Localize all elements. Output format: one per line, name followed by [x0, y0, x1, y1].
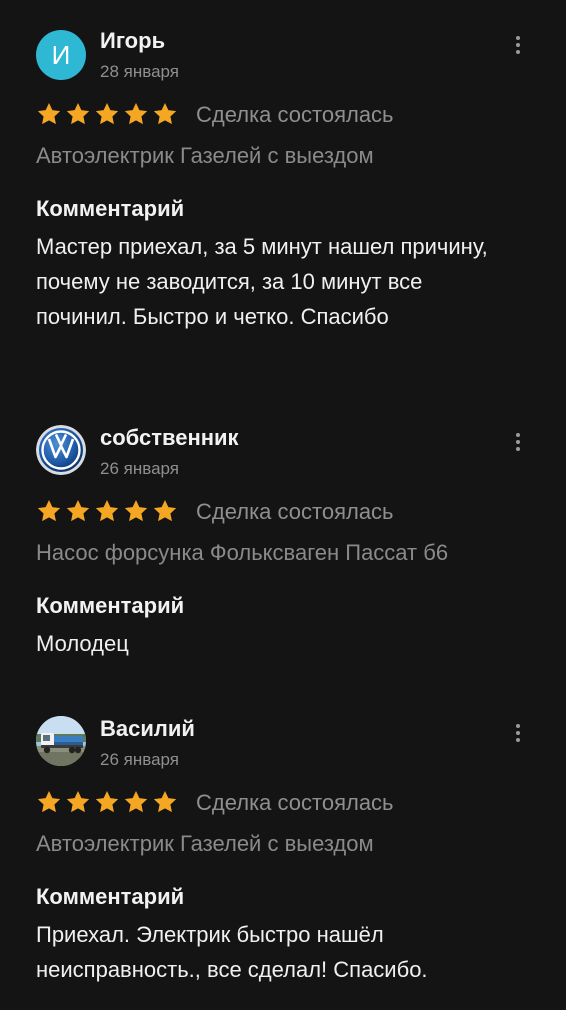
service-name: Автоэлектрик Газелей с выездом [36, 831, 374, 856]
avatar-letter: И [51, 39, 71, 70]
review-card: И Игорь 28 января Сделка состоялась Авто… [0, 0, 566, 390]
avatar[interactable] [36, 425, 86, 475]
comment-text: Мастер приехал, за 5 минут нашел причину… [36, 234, 488, 329]
star-rating [36, 101, 178, 127]
avatar[interactable]: И [36, 30, 86, 80]
review-date: 26 января [100, 750, 179, 769]
star-icon [124, 499, 148, 522]
star-icon [124, 790, 148, 813]
star-rating [36, 498, 178, 524]
author-name[interactable]: собственник [100, 425, 239, 451]
deal-status: Сделка состоялась [196, 499, 394, 524]
deal-status: Сделка состоялась [196, 790, 394, 815]
volkswagen-logo-icon [36, 425, 86, 475]
comment-text: Приехал. Электрик быстро нашёл неисправн… [36, 922, 428, 982]
more-vertical-icon[interactable] [506, 429, 530, 455]
author-name[interactable]: Игорь [100, 28, 165, 54]
review-card: собственник 26 января Сделка состоялась … [0, 397, 566, 687]
more-vertical-icon[interactable] [506, 720, 530, 746]
star-icon [66, 499, 90, 522]
star-icon [95, 102, 119, 125]
star-icon [124, 102, 148, 125]
more-vertical-icon[interactable] [506, 32, 530, 58]
comment-heading: Комментарий [36, 196, 185, 221]
star-icon [66, 102, 90, 125]
review-card: Василий 26 января Сделка состоялась Авто… [0, 688, 566, 1010]
comment-heading: Комментарий [36, 884, 185, 909]
review-date: 28 января [100, 62, 179, 81]
star-rating [36, 789, 178, 815]
review-date: 26 января [100, 459, 179, 478]
service-name: Автоэлектрик Газелей с выездом [36, 143, 374, 168]
star-icon [37, 499, 61, 522]
star-icon [66, 790, 90, 813]
star-icon [95, 790, 119, 813]
star-icon [153, 790, 177, 813]
star-icon [153, 499, 177, 522]
service-name: Насос форсунка Фольксваген Пассат б6 [36, 540, 449, 565]
deal-status: Сделка состоялась [196, 102, 394, 127]
star-icon [37, 102, 61, 125]
star-icon [37, 790, 61, 813]
star-icon [153, 102, 177, 125]
comment-heading: Комментарий [36, 593, 185, 618]
comment-text: Молодец [36, 631, 129, 656]
author-name[interactable]: Василий [100, 716, 195, 742]
avatar[interactable] [36, 716, 86, 766]
star-icon [95, 499, 119, 522]
truck-photo-icon [36, 716, 86, 766]
